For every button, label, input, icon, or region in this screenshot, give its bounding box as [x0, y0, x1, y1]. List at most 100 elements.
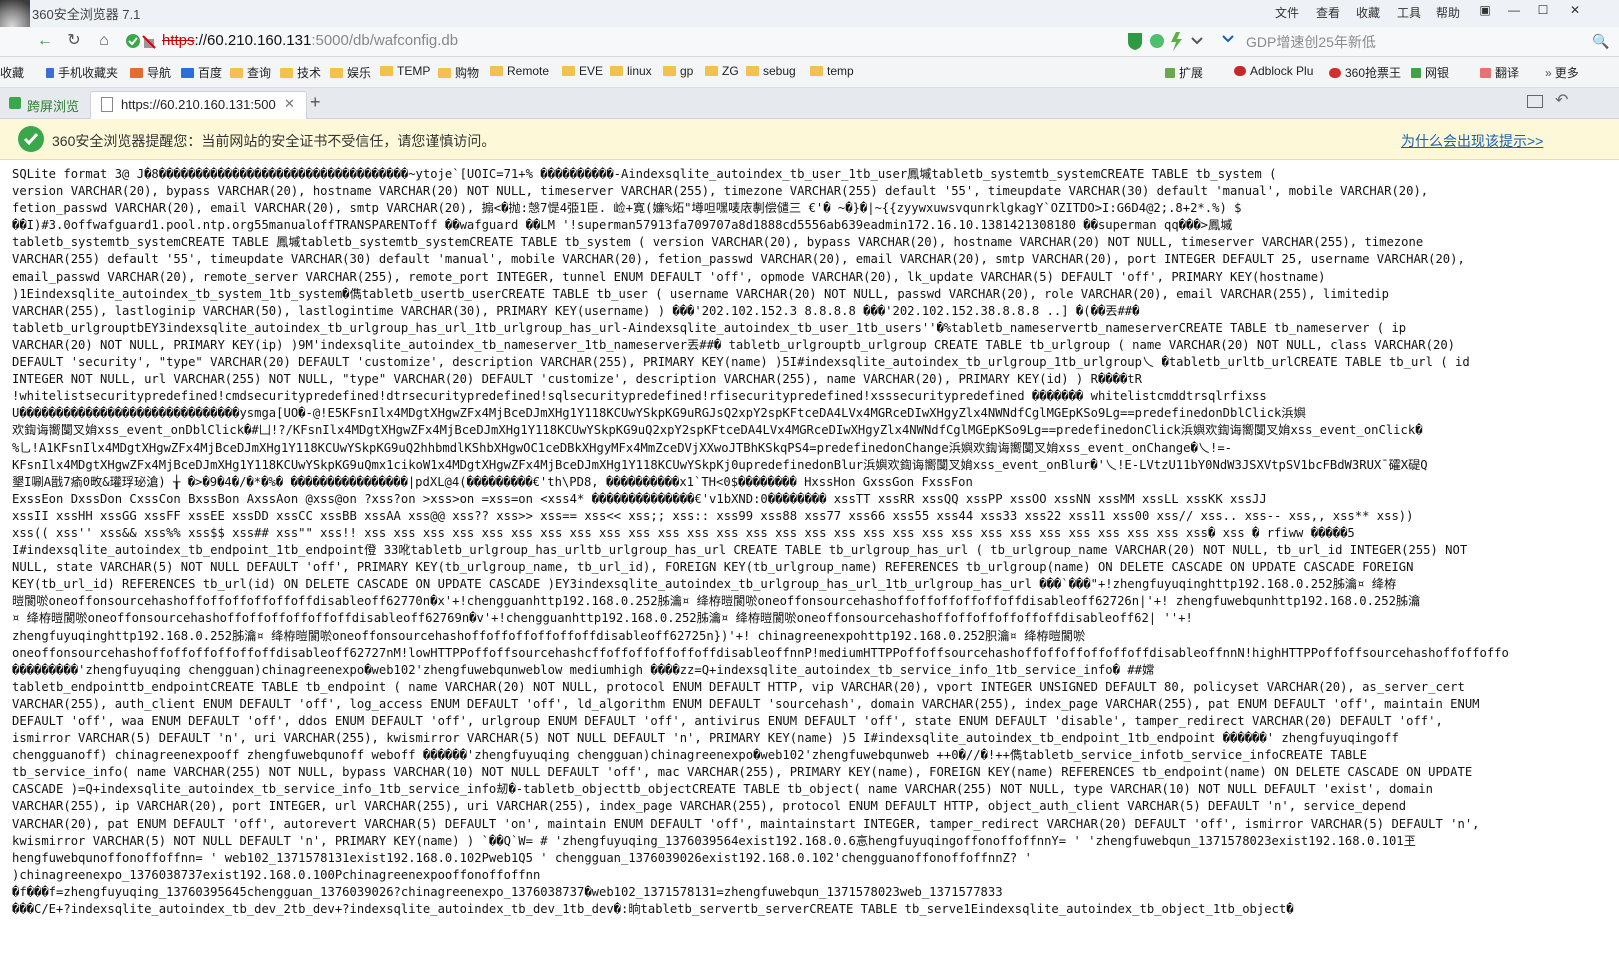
- folder-icon: [610, 66, 623, 76]
- bookmark-query[interactable]: 查询: [230, 64, 271, 81]
- folder-icon: [705, 66, 718, 76]
- bookmark-temp-upper[interactable]: TEMP: [380, 64, 430, 78]
- content-line: xss(( xss'' xss&& xss%% xss$$ xss## xss"…: [12, 525, 1355, 540]
- address-bar[interactable]: https://60.210.160.131:5000/db/wafconfig…: [122, 30, 1112, 52]
- back-icon[interactable]: ←: [34, 30, 56, 52]
- search-placeholder: GDP增速创25年新低: [1246, 34, 1376, 50]
- content-line: NULL, state VARCHAR(5) NOT NULL DEFAULT …: [12, 560, 1414, 575]
- bookmark-temp[interactable]: temp: [810, 64, 854, 78]
- bookmark-label: 查询: [247, 66, 272, 80]
- bookmark-label: Remote: [507, 64, 550, 78]
- content-line: %乚!A1KFsnIlx4MDgtXHgwZFx4MjBceDJmXHg1Y11…: [12, 440, 1233, 455]
- content-line: 欢鍧诲嚮闅叉姢xss_event_onDblClick�#凵!?/KFsnIlx…: [12, 423, 1423, 438]
- folder-icon: [280, 68, 293, 78]
- bookmark-label: temp: [827, 64, 854, 78]
- menu-help[interactable]: 帮助: [1436, 4, 1460, 21]
- translate-icon: [1480, 68, 1491, 78]
- content-line: ��I)#3.0offwafguard1.pool.ntp.org55manua…: [12, 218, 1233, 233]
- tab-active[interactable]: https://60.210.160.131:5000/ ✕: [90, 91, 307, 119]
- content-line: fetion_passwd VARCHAR(20), email VARCHAR…: [12, 201, 1242, 216]
- content-line: kwismirror VARCHAR(5) NOT NULL DEFAULT '…: [12, 833, 1416, 848]
- more-icon: »: [1545, 66, 1552, 80]
- content-line: CASCADE )=Q+indexsqlite_autoindex_tb_ser…: [12, 782, 1433, 797]
- bookmark-label: EVE: [579, 64, 604, 78]
- close-window-button[interactable]: ✕: [1563, 0, 1587, 20]
- skin-icon[interactable]: ▣: [1473, 0, 1497, 20]
- translate-label: 翻译: [1495, 66, 1520, 80]
- search-box[interactable]: GDP增速创25年新低: [1218, 30, 1583, 52]
- bookmark-favorites[interactable]: 收藏: [0, 64, 24, 81]
- content-line: ���C/E+?indexsqlite_autoindex_tb_dev_2tb…: [12, 902, 1294, 917]
- shield-icon: [1128, 33, 1142, 50]
- folder-icon: [562, 66, 575, 76]
- folder-icon: [663, 66, 676, 76]
- bookmark-shopping[interactable]: 购物: [438, 64, 479, 81]
- search-icon[interactable]: 🔍: [1590, 30, 1612, 52]
- bookmark-sebug[interactable]: sebug: [746, 64, 796, 78]
- menu-view[interactable]: 查看: [1316, 4, 1340, 21]
- more-button[interactable]: » 更多: [1545, 64, 1579, 81]
- adblock-label: Adblock Plu: [1250, 64, 1314, 78]
- bookmark-tech[interactable]: 技术: [280, 64, 321, 81]
- bookmark-baidu[interactable]: 百度: [181, 64, 222, 81]
- url-text[interactable]: https://60.210.160.131:5000/db/wafconfig…: [162, 32, 458, 49]
- bookmark-label: gp: [680, 64, 694, 78]
- content-line: )1Eindexsqlite_autoindex_tb_system_1tb_s…: [12, 286, 1389, 301]
- dropdown-icon: [1191, 37, 1203, 45]
- content-line: email_passwd VARCHAR(20), remote_server …: [12, 269, 1326, 284]
- search-engine-icon[interactable]: [1220, 30, 1242, 52]
- bookmark-mobile[interactable]: 手机收藏夹: [46, 64, 118, 81]
- certificate-warning-icon[interactable]: [124, 30, 160, 52]
- tab-cross-screen[interactable]: 跨屏浏览: [6, 91, 85, 118]
- adblock-icon: [1234, 66, 1246, 76]
- content-line: I#indexsqlite_autoindex_tb_endpoint_1tb_…: [12, 543, 1468, 558]
- extensions-icon: [1165, 68, 1175, 78]
- bookmark-gp[interactable]: gp: [663, 64, 693, 78]
- content-line: zhengfuyuqinghttp192.168.0.252胏瀹¤ 绛栫暟閬唹o…: [12, 628, 1086, 643]
- close-tab-icon[interactable]: ✕: [284, 96, 295, 112]
- new-tab-button[interactable]: +: [310, 92, 321, 113]
- content-line: ExssEon DxssDon CxssCon BxssBon AxssAon …: [12, 491, 1267, 506]
- bookmark-label: TEMP: [397, 64, 431, 78]
- translate-button[interactable]: 翻译: [1480, 64, 1519, 81]
- menu-favorites[interactable]: 收藏: [1356, 4, 1380, 21]
- bookmark-entertainment[interactable]: 娱乐: [330, 64, 371, 81]
- content-line: tabletb_endpointtb_endpointCREATE TABLE …: [12, 679, 1465, 694]
- bookmark-label: 手机收藏夹: [58, 66, 119, 80]
- bookmark-nav[interactable]: 导航: [130, 64, 171, 81]
- content-line: INTEGER NOT NULL, url VARCHAR(255) NOT N…: [12, 372, 1142, 387]
- ticket-label: 360抢票王: [1345, 66, 1402, 80]
- home-icon[interactable]: ⌂: [93, 30, 115, 52]
- restore-tabs-icon[interactable]: [1527, 95, 1543, 108]
- content-line: U������������������������������ysmga[UO�…: [12, 406, 1306, 421]
- bookmark-label: ZG: [722, 64, 739, 78]
- content-line: 暟閬唹oneoffonsourcehashoffoffoffoffoffoffd…: [12, 594, 1421, 609]
- adblock-button[interactable]: Adblock Plu: [1234, 64, 1313, 78]
- menu-tools[interactable]: 工具: [1397, 4, 1421, 21]
- content-line: KEY(tb_url_id) REFERENCES tb_url(id) ON …: [12, 577, 1397, 592]
- menu-file[interactable]: 文件: [1275, 4, 1299, 21]
- warning-help-link[interactable]: 为什么会出现该提示>>: [1401, 131, 1543, 151]
- tab-bar: 跨屏浏览 https://60.210.160.131:5000/ ✕ + ↶: [0, 88, 1619, 119]
- ticket-button[interactable]: 360抢票王: [1329, 64, 1401, 81]
- bookmark-eve[interactable]: EVE: [562, 64, 603, 78]
- bookmark-zg[interactable]: ZG: [705, 64, 739, 78]
- ebank-button[interactable]: 网银: [1411, 64, 1449, 81]
- folder-icon: [438, 68, 451, 78]
- minimize-button[interactable]: —: [1502, 0, 1526, 20]
- bookmark-label: 购物: [455, 66, 480, 80]
- extensions-button[interactable]: 扩展: [1165, 64, 1203, 81]
- content-line: VARCHAR(20), pat ENUM DEFAULT 'off', aut…: [12, 816, 1480, 831]
- folder-icon: [230, 68, 243, 78]
- navigation-bar: ← ↻ ⌂ https://60.210.160.131:5000/db/waf…: [0, 27, 1619, 57]
- ebank-label: 网银: [1425, 66, 1450, 80]
- bookmark-linux[interactable]: linux: [610, 64, 652, 78]
- folder-icon: [330, 68, 343, 78]
- content-line: �f���f=zhengfuyuqing_1376039564‍5chenggu…: [12, 884, 1003, 899]
- undo-close-icon[interactable]: ↶: [1555, 90, 1568, 110]
- refresh-icon[interactable]: ↻: [63, 30, 85, 52]
- bookmark-remote[interactable]: Remote: [490, 64, 549, 78]
- tab-label: 跨屏浏览: [27, 99, 80, 114]
- url-path: :5000/db/wafconfig.db: [311, 32, 459, 49]
- maximize-button[interactable]: ☐: [1531, 0, 1555, 20]
